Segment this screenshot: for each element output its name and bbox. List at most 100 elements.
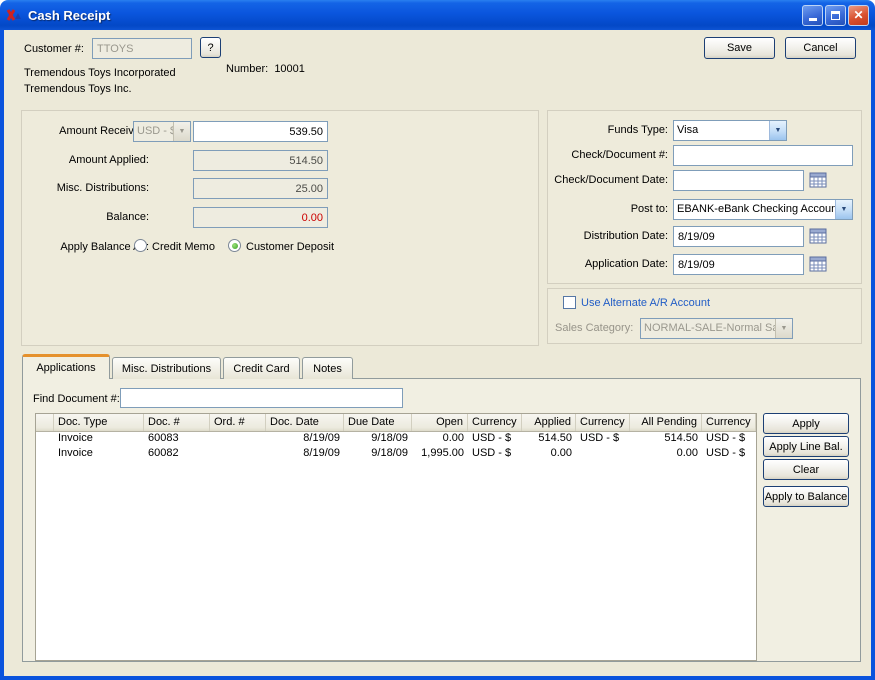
tab-applications[interactable]: Applications (22, 354, 110, 379)
balance-field (193, 207, 328, 228)
customer-lookup-button[interactable]: ? (200, 37, 221, 58)
clear-button[interactable]: Clear (763, 459, 849, 480)
chevron-down-icon: ▼ (173, 122, 190, 141)
cell-applied[interactable]: 514.50 (522, 432, 576, 447)
cell-doc-date: 8/19/09 (266, 447, 344, 462)
misc-distributions-field (193, 178, 328, 199)
amount-received-field[interactable] (193, 121, 328, 142)
minimize-button[interactable] (802, 5, 823, 26)
column-header[interactable]: Currency (702, 414, 756, 431)
column-header[interactable]: Currency (576, 414, 630, 431)
cell-all-pending: 0.00 (630, 447, 702, 462)
cell-currency (576, 447, 630, 462)
column-header[interactable]: Doc. # (144, 414, 210, 431)
check-document-date-field[interactable] (673, 170, 804, 191)
amount-received-currency-select[interactable]: USD - $ ▼ (133, 121, 191, 142)
sales-category-value: NORMAL-SALE-Normal Sale (641, 319, 775, 338)
cell-doc-number: 60082 (144, 447, 210, 462)
amounts-group: Amount Received: USD - $ ▼ Amount Applie… (21, 110, 539, 346)
application-date-field[interactable] (673, 254, 804, 275)
funds-type-value: Visa (674, 121, 769, 140)
apply-button[interactable]: Apply (763, 413, 849, 434)
distribution-date-label: Distribution Date: (550, 230, 668, 242)
column-header[interactable]: Ord. # (210, 414, 266, 431)
amount-received-currency-value: USD - $ (134, 122, 173, 141)
find-document-label: Find Document #: (33, 393, 120, 405)
payment-details-group: Funds Type: Visa ▼ Check/Document #: Che… (547, 110, 862, 284)
funds-type-label: Funds Type: (550, 124, 668, 136)
row-selector[interactable] (36, 447, 54, 462)
column-header[interactable]: Doc. Type (54, 414, 144, 431)
post-to-value: EBANK-eBank Checking Account (674, 200, 835, 219)
distribution-date-field[interactable] (673, 226, 804, 247)
use-alternate-ar-checkbox[interactable] (563, 296, 576, 309)
cell-open: 0.00 (412, 432, 468, 447)
window-title: Cash Receipt (28, 8, 802, 23)
apply-balance-as-label: Apply Balance As: (28, 241, 149, 253)
row-selector[interactable] (36, 432, 54, 447)
cell-due-date: 9/18/09 (344, 447, 412, 462)
cell-currency: USD - $ (576, 432, 630, 447)
close-button[interactable]: ✕ (848, 5, 869, 26)
calendar-icon (809, 228, 827, 244)
cell-currency: USD - $ (702, 447, 756, 462)
apply-to-balance-button[interactable]: Apply to Balance (763, 486, 849, 507)
receipt-number: Number: 10001 (226, 63, 305, 75)
applications-tab-panel: Find Document #: Doc. Type Doc. # Ord. #… (22, 378, 861, 662)
post-to-select[interactable]: EBANK-eBank Checking Account ▼ (673, 199, 853, 220)
sales-category-select: NORMAL-SALE-Normal Sale ▼ (640, 318, 793, 339)
chevron-down-icon: ▼ (835, 200, 852, 219)
amount-applied-label: Amount Applied: (28, 154, 149, 166)
cell-all-pending: 514.50 (630, 432, 702, 447)
app-icon (6, 7, 22, 23)
credit-memo-radio[interactable] (134, 239, 147, 252)
column-header[interactable]: Due Date (344, 414, 412, 431)
check-document-date-calendar-button[interactable] (807, 171, 829, 189)
receipt-number-label: Number: (226, 63, 268, 75)
cell-applied[interactable]: 0.00 (522, 447, 576, 462)
documents-table[interactable]: Doc. Type Doc. # Ord. # Doc. Date Due Da… (35, 413, 757, 661)
column-header[interactable]: Currency (468, 414, 522, 431)
cell-doc-type: Invoice (54, 447, 144, 462)
column-header[interactable]: Doc. Date (266, 414, 344, 431)
chevron-down-icon: ▼ (769, 121, 786, 140)
application-date-calendar-button[interactable] (807, 255, 829, 273)
receipt-number-value: 10001 (274, 63, 305, 75)
table-row[interactable]: Invoice 60082 8/19/09 9/18/09 1,995.00 U… (36, 447, 756, 462)
balance-label: Balance: (28, 211, 149, 223)
apply-line-bal-button[interactable]: Apply Line Bal. (763, 436, 849, 457)
use-alternate-ar-label: Use Alternate A/R Account (581, 297, 710, 309)
cash-receipt-window: Cash Receipt ✕ Customer #: ? Number: 100… (0, 0, 875, 680)
maximize-icon (831, 11, 840, 20)
window-controls: ✕ (802, 5, 869, 26)
customer-deposit-radio[interactable] (228, 239, 241, 252)
cancel-button[interactable]: Cancel (785, 37, 856, 59)
table-row[interactable]: Invoice 60083 8/19/09 9/18/09 0.00 USD -… (36, 432, 756, 447)
customer-number-label: Customer #: (24, 43, 84, 55)
title-bar[interactable]: Cash Receipt ✕ (0, 0, 875, 30)
tab-notes[interactable]: Notes (302, 357, 353, 379)
amount-applied-field (193, 150, 328, 171)
customer-name-line1: Tremendous Toys Incorporated (24, 67, 176, 79)
column-header[interactable]: Open (412, 414, 468, 431)
tab-misc-distributions[interactable]: Misc. Distributions (112, 357, 221, 379)
cell-ord-number (210, 447, 266, 462)
documents-table-header[interactable]: Doc. Type Doc. # Ord. # Doc. Date Due Da… (36, 414, 756, 432)
check-document-field[interactable] (673, 145, 853, 166)
save-button[interactable]: Save (704, 37, 775, 59)
find-document-input[interactable] (120, 388, 403, 408)
column-header[interactable]: Applied (522, 414, 576, 431)
chevron-down-icon: ▼ (775, 319, 792, 338)
cell-due-date: 9/18/09 (344, 432, 412, 447)
customer-number-field[interactable] (92, 38, 192, 59)
application-date-label: Application Date: (550, 258, 668, 270)
customer-name-line2: Tremendous Toys Inc. (24, 83, 132, 95)
distribution-date-calendar-button[interactable] (807, 227, 829, 245)
maximize-button[interactable] (825, 5, 846, 26)
misc-distributions-label: Misc. Distributions: (28, 182, 149, 194)
close-icon: ✕ (853, 9, 863, 21)
funds-type-select[interactable]: Visa ▼ (673, 120, 787, 141)
column-header[interactable]: All Pending (630, 414, 702, 431)
tab-credit-card[interactable]: Credit Card (223, 357, 300, 379)
amount-received-label: Amount Received: (28, 125, 149, 137)
